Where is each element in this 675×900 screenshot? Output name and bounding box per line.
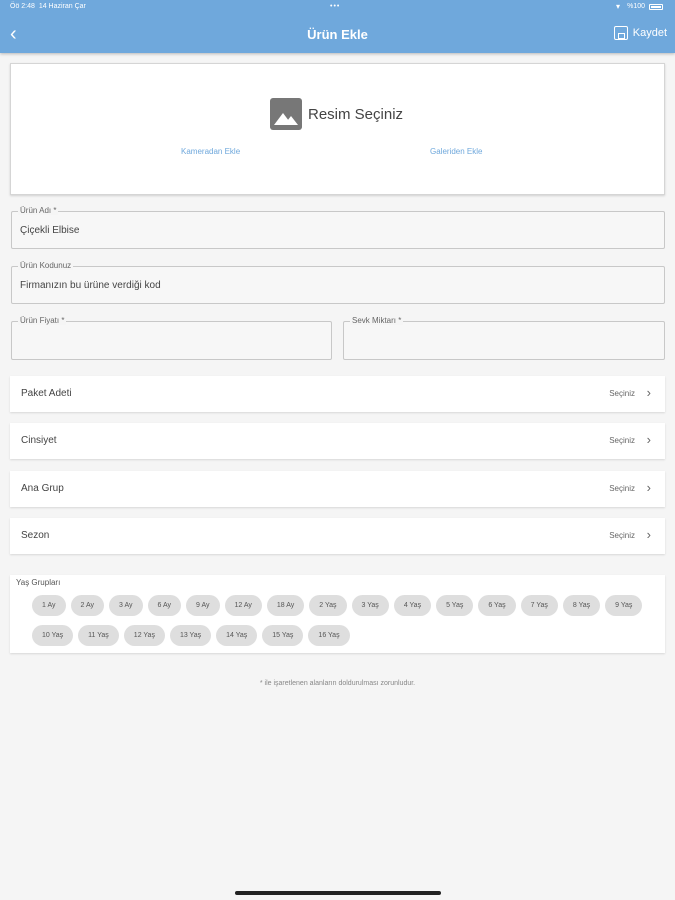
- age-chip[interactable]: 13 Yaş: [169, 625, 212, 646]
- age-groups-card: Yaş Grupları 1 Ay 2 Ay 3 Ay 6 Ay 9 Ay 12 Ay 18…: [10, 575, 665, 653]
- battery-icon: [649, 4, 663, 10]
- season-select[interactable]: Sezon Seçiniz ›: [10, 518, 665, 554]
- camera-link[interactable]: Kameradan Ekle: [181, 147, 240, 156]
- select-label: Sezon: [21, 530, 50, 541]
- age-chip[interactable]: 16 Yaş: [308, 625, 350, 646]
- age-chip[interactable]: 3 Yaş: [351, 595, 389, 616]
- save-button[interactable]: Kaydet: [613, 26, 667, 40]
- age-chip[interactable]: 15 Yaş: [262, 625, 304, 646]
- age-chip[interactable]: 10 Yaş: [32, 625, 74, 646]
- age-chip[interactable]: 9 Ay: [186, 595, 220, 616]
- select-value: Seçiniz: [609, 531, 635, 540]
- app-header: Öö 2:48 14 Haziran Çar ••• ▾ %100 ‹ Ürün…: [0, 0, 675, 53]
- age-chip[interactable]: 5 Yaş: [436, 595, 474, 616]
- age-chip[interactable]: 12 Yaş: [123, 625, 165, 646]
- chevron-right-icon: ›: [646, 527, 651, 542]
- required-note: * ile işaretlenen alanların doldurulması…: [259, 680, 416, 687]
- select-label: Paket Adeti: [21, 388, 72, 399]
- chevron-right-icon: ›: [646, 480, 651, 495]
- age-chip[interactable]: 3 Ay: [109, 595, 143, 616]
- age-chip[interactable]: 2 Ay: [70, 595, 104, 616]
- product-code-label: Ürün Kodunuz: [18, 261, 74, 270]
- age-chip-list: 1 Ay 2 Ay 3 Ay 6 Ay 9 Ay 12 Ay 18 Ay 2 Yaş 3 Yaş…: [32, 595, 652, 646]
- chevron-right-icon: ›: [646, 385, 651, 400]
- price-label: Ürün Fiyatı *: [18, 316, 67, 325]
- status-dots: •••: [330, 3, 341, 10]
- package-count-select[interactable]: Paket Adeti Seçiniz ›: [10, 376, 665, 412]
- image-picker[interactable]: Resim Seçiniz: [270, 98, 403, 130]
- chevron-right-icon: ›: [646, 432, 651, 447]
- age-chip[interactable]: 6 Yaş: [478, 595, 516, 616]
- age-chip[interactable]: 8 Yaş: [562, 595, 601, 616]
- age-groups-title: Yaş Grupları: [16, 578, 61, 587]
- price-field[interactable]: Ürün Fiyatı *: [11, 316, 332, 360]
- age-chip[interactable]: 18 Ay: [266, 595, 305, 616]
- image-icon: [270, 98, 302, 130]
- age-chip[interactable]: 7 Yaş: [520, 595, 558, 616]
- gallery-link[interactable]: Galeriden Ekle: [430, 147, 482, 156]
- main-group-select[interactable]: Ana Grup Seçiniz ›: [10, 471, 665, 507]
- product-name-value: Çiçekli Elbise: [20, 225, 80, 236]
- image-picker-label: Resim Seçiniz: [308, 105, 404, 123]
- age-chip[interactable]: 1 Ay: [32, 595, 66, 616]
- age-chip[interactable]: 4 Yaş: [393, 595, 432, 616]
- shipment-qty-field[interactable]: Sevk Miktarı *: [343, 316, 665, 360]
- gender-select[interactable]: Cinsiyet Seçiniz ›: [10, 423, 665, 459]
- image-picker-card: Resim Seçiniz Kameradan Ekle Galeriden E…: [10, 63, 665, 195]
- select-label: Cinsiyet: [21, 435, 57, 446]
- home-indicator: [235, 891, 441, 895]
- age-chip[interactable]: 2 Yaş: [309, 595, 347, 616]
- wifi-icon: ▾: [615, 2, 620, 11]
- age-chip[interactable]: 9 Yaş: [605, 595, 643, 616]
- save-label: Kaydet: [632, 27, 667, 39]
- status-time: Öö 2:48 14 Haziran Çar: [10, 3, 86, 10]
- product-code-field[interactable]: Ürün Kodunuz Firmanızın bu ürüne verdiği…: [11, 261, 665, 304]
- age-chip[interactable]: 6 Ay: [147, 595, 181, 616]
- select-value: Seçiniz: [609, 389, 635, 398]
- battery-percent: %100: [627, 3, 645, 10]
- page-title: Ürün Ekle: [307, 27, 368, 42]
- select-label: Ana Grup: [21, 483, 64, 494]
- select-value: Seçiniz: [609, 436, 635, 445]
- age-chip[interactable]: 14 Yaş: [216, 625, 258, 646]
- product-code-placeholder: Firmanızın bu ürüne verdiği kod: [20, 280, 161, 291]
- shipment-qty-label: Sevk Miktarı *: [350, 316, 404, 325]
- product-name-label: Ürün Adı *: [18, 206, 59, 215]
- age-chip[interactable]: 11 Yaş: [78, 625, 119, 646]
- product-name-field[interactable]: Ürün Adı * Çiçekli Elbise: [11, 206, 665, 249]
- age-chip[interactable]: 12 Ay: [224, 595, 262, 616]
- save-icon: [613, 26, 628, 40]
- select-value: Seçiniz: [609, 484, 635, 493]
